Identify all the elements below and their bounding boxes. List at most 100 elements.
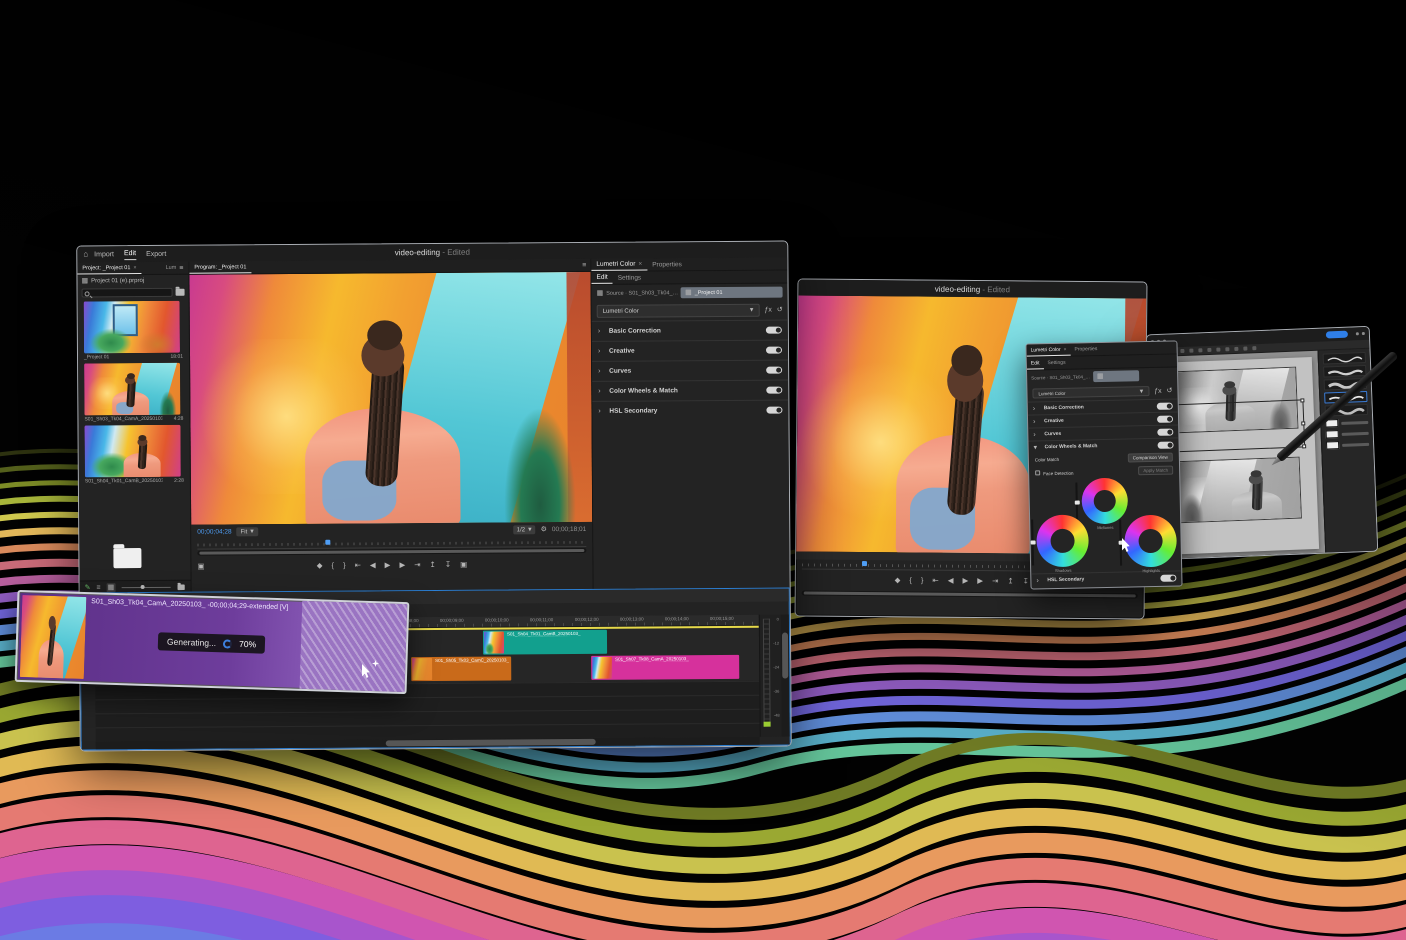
reset-icon[interactable]: ↺ xyxy=(777,307,783,314)
section-toggle[interactable] xyxy=(766,407,782,414)
fx-icon[interactable]: ƒx xyxy=(1154,387,1162,394)
tab-edit[interactable]: Edit xyxy=(591,272,612,284)
section-toggle[interactable] xyxy=(1158,441,1174,448)
generative-extend-clip[interactable]: S01_Sh03_Tk04_CamA_20250103_ -00;00;04;2… xyxy=(15,590,410,694)
layer-row[interactable] xyxy=(1325,418,1368,428)
tab-project[interactable]: Project: _Project 01× xyxy=(77,262,141,274)
timeline-clip-v1-a[interactable]: S01_Sh05_Tk03_CamC_20250103_ xyxy=(411,656,511,681)
extract-icon[interactable]: ↧ xyxy=(1023,578,1029,586)
lift-icon[interactable]: ↥ xyxy=(429,561,435,569)
brush-preset[interactable] xyxy=(1323,352,1366,365)
section-toggle[interactable] xyxy=(1157,415,1173,422)
mark-in-icon[interactable]: { xyxy=(332,562,335,570)
section-hsl-secondary[interactable]: › HSL Secondary xyxy=(592,400,788,421)
mark-out-icon[interactable]: } xyxy=(343,562,346,570)
section-creative[interactable]: › Creative xyxy=(592,340,788,361)
step-forward-icon[interactable]: ▶ xyxy=(399,561,405,569)
extract-icon[interactable]: ↧ xyxy=(445,561,451,569)
close-icon[interactable]: × xyxy=(1064,346,1067,352)
section-toggle[interactable] xyxy=(766,387,782,394)
timeline-clip-v2[interactable]: S01_Sh04_Tk01_CamB_20250103_ xyxy=(483,630,607,655)
layer-row[interactable] xyxy=(1326,440,1369,450)
transform-selection[interactable] xyxy=(1161,399,1305,452)
transform-handle[interactable] xyxy=(1301,421,1305,425)
new-bin-icon[interactable] xyxy=(176,289,185,296)
bin-folder-icon[interactable] xyxy=(113,548,141,568)
list-view-icon[interactable]: ≡ xyxy=(96,584,100,591)
panel-menu-icon[interactable]: ≡ xyxy=(582,261,586,268)
transform-handle[interactable] xyxy=(1302,444,1306,448)
preset-dropdown[interactable]: Lumetri Color▾ xyxy=(1032,386,1149,398)
project-item[interactable]: S01_Sh04_Tk01_CamB_20250103…2:28 xyxy=(78,423,189,486)
project-item[interactable]: S01_Sh03_Tk04_CamA_20250103…4:28 xyxy=(78,361,189,424)
highlights-wheel[interactable]: Highlights xyxy=(1124,515,1177,568)
project-item[interactable]: _Project 0118:01 xyxy=(78,299,189,362)
shadows-wheel[interactable]: Shadows xyxy=(1036,514,1089,567)
section-curves[interactable]: › Curves xyxy=(592,360,788,381)
export-frame-icon[interactable]: ▣ xyxy=(460,561,467,569)
share-button[interactable] xyxy=(1326,331,1348,339)
tab-edit[interactable]: Edit xyxy=(1027,357,1044,369)
marker-icon[interactable]: ◆ xyxy=(317,562,323,570)
section-toggle[interactable] xyxy=(766,367,782,374)
playback-resolution-dropdown[interactable]: 1/2▾ xyxy=(513,525,536,534)
section-toggle[interactable] xyxy=(1157,428,1173,435)
go-to-in-icon[interactable]: ⇤ xyxy=(932,577,938,585)
brush-preset[interactable] xyxy=(1323,365,1366,378)
lift-icon[interactable]: ↥ xyxy=(1007,578,1013,586)
window-controls[interactable] xyxy=(1356,332,1365,335)
tab-lumetri-color[interactable]: Lumetri Color× xyxy=(1026,344,1070,357)
audio-tracks[interactable] xyxy=(95,681,759,742)
close-icon[interactable]: × xyxy=(638,261,642,268)
apply-match-button[interactable]: Apply Match xyxy=(1138,466,1173,476)
playhead[interactable] xyxy=(326,540,331,545)
step-forward-icon[interactable]: ▶ xyxy=(977,577,983,585)
comparison-view-button[interactable]: Comparison View xyxy=(1128,453,1173,463)
project-file-row[interactable]: ▦ Project 01 (e).prproj xyxy=(77,275,188,287)
marker-icon[interactable]: ◆ xyxy=(895,577,901,585)
midtones-wheel[interactable]: Midtones xyxy=(1081,478,1128,525)
tab-properties[interactable]: Properties xyxy=(1070,343,1101,356)
mark-out-icon[interactable]: } xyxy=(921,577,924,585)
tab-settings[interactable]: Settings xyxy=(613,272,647,284)
section-toggle[interactable] xyxy=(766,327,782,334)
go-to-in-icon[interactable]: ⇤ xyxy=(355,562,361,570)
thumbnail-zoom-slider[interactable] xyxy=(121,587,170,588)
face-detection-checkbox[interactable] xyxy=(1035,470,1040,475)
panel-menu-icon[interactable]: ≡ xyxy=(179,264,183,271)
step-back-icon[interactable]: ◀ xyxy=(370,562,376,570)
go-to-out-icon[interactable]: ⇥ xyxy=(414,561,420,569)
preset-dropdown[interactable]: Lumetri Color▾ xyxy=(597,304,760,318)
timeline-vertical-scrollbar[interactable] xyxy=(781,615,790,737)
search-input[interactable] xyxy=(82,288,173,298)
close-icon[interactable]: × xyxy=(133,265,136,271)
mark-in-icon[interactable]: { xyxy=(909,577,912,585)
section-toggle[interactable] xyxy=(1160,574,1176,581)
section-toggle[interactable] xyxy=(766,347,782,354)
shadows-slider[interactable] xyxy=(1031,519,1034,565)
storyboard-frame-2[interactable] xyxy=(1170,457,1302,524)
section-color-wheels[interactable]: › Color Wheels & Match xyxy=(592,380,788,401)
play-icon[interactable]: ▶ xyxy=(385,562,391,570)
grid-view-icon[interactable]: ▦ xyxy=(107,583,116,592)
tab-program[interactable]: Program: _Project 01 xyxy=(189,261,251,273)
target-clip-chip[interactable]: ▦ _Project 01 xyxy=(681,287,783,299)
fit-dropdown[interactable]: Fit▾ xyxy=(237,527,258,536)
layer-row[interactable] xyxy=(1326,429,1369,439)
fx-icon[interactable]: ƒx xyxy=(764,307,771,314)
playhead[interactable] xyxy=(862,561,867,566)
timeline-clip-v1-b[interactable]: S01_Sh07_Tk08_CamA_20250103_ xyxy=(591,655,739,680)
tab-lumetri-color[interactable]: Lumetri Color× xyxy=(591,259,647,271)
pen-tool-icon[interactable]: ✎ xyxy=(85,584,91,591)
settings-icon[interactable]: ▣ xyxy=(197,563,204,571)
section-basic-correction[interactable]: › Basic Correction xyxy=(592,320,788,341)
tab-lumetri-docked[interactable]: Lum≡ xyxy=(161,262,189,274)
section-toggle[interactable] xyxy=(1157,402,1173,409)
transform-handle[interactable] xyxy=(1300,398,1304,402)
go-to-out-icon[interactable]: ⇥ xyxy=(992,577,998,585)
reset-icon[interactable]: ↺ xyxy=(1167,387,1173,394)
step-back-icon[interactable]: ◀ xyxy=(948,577,954,585)
target-clip-chip[interactable]: ▦ xyxy=(1093,370,1139,382)
tab-settings[interactable]: Settings xyxy=(1043,357,1069,370)
play-icon[interactable]: ▶ xyxy=(962,577,968,585)
